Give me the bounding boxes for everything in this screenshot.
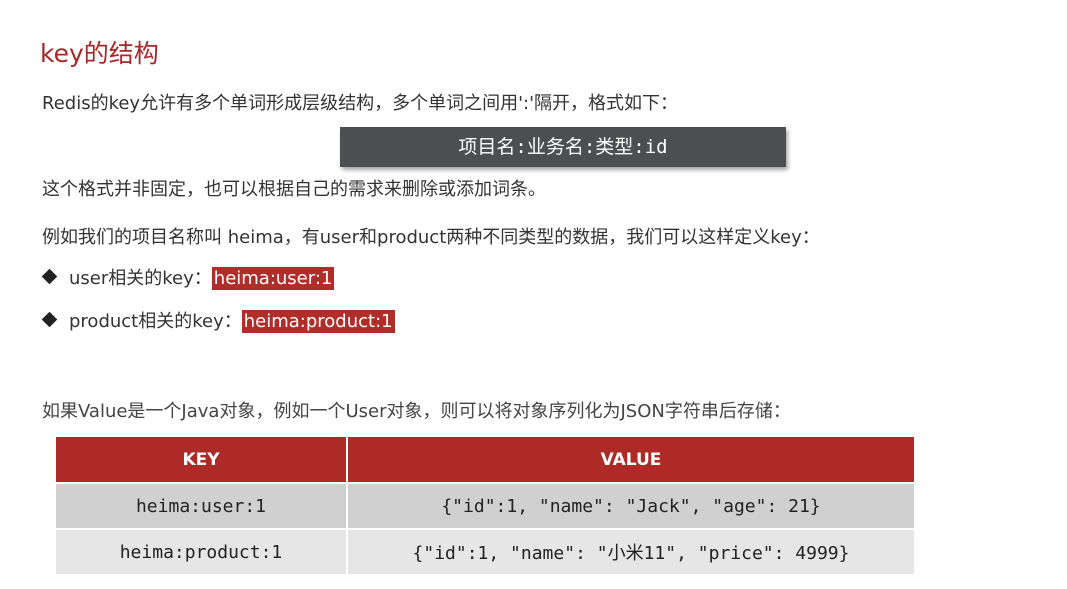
key-format-box: 项目名:业务名:类型:id [340,127,786,167]
example-text: 例如我们的项目名称叫 heima，有user和product两种不同类型的数据，… [42,227,820,248]
json-note-text: 如果Value是一个Java对象，例如一个User对象，则可以将对象序列化为JS… [42,401,791,422]
bullet-user: user相关的key： heima:user:1 [41,266,335,292]
bullet-label: user相关的key： [69,268,212,289]
bullet-product: product相关的key： heima:product:1 [41,309,395,335]
key-value-table: KEY VALUE heima:user:1 {"id":1, "name": … [56,437,914,574]
cell-value: {"id":1, "name": "Jack", "age": 21} [347,483,914,530]
table-header: KEY VALUE [56,437,914,484]
diamond-bullet-icon [41,311,58,328]
header-key: KEY [56,437,348,484]
cell-value: {"id":1, "name": "小米11", "price": 4999} [347,529,914,574]
note-text: 这个格式并非固定，也可以根据自己的需求来删除或添加词条。 [42,179,546,200]
header-value: VALUE [347,437,914,484]
table-row: heima:user:1 {"id":1, "name": "Jack", "a… [56,483,914,530]
key-highlight: heima:user:1 [211,267,335,290]
page-title: key的结构 [40,39,159,68]
key-highlight: heima:product:1 [241,310,395,333]
cell-key: heima:product:1 [56,529,348,574]
diamond-bullet-icon [41,268,58,285]
bullet-label: product相关的key： [69,311,242,332]
cell-key: heima:user:1 [56,483,348,530]
table-row: heima:product:1 {"id":1, "name": "小米11",… [56,529,914,574]
intro-text: Redis的key允许有多个单词形成层级结构，多个单词之间用':'隔开，格式如下… [42,93,679,114]
